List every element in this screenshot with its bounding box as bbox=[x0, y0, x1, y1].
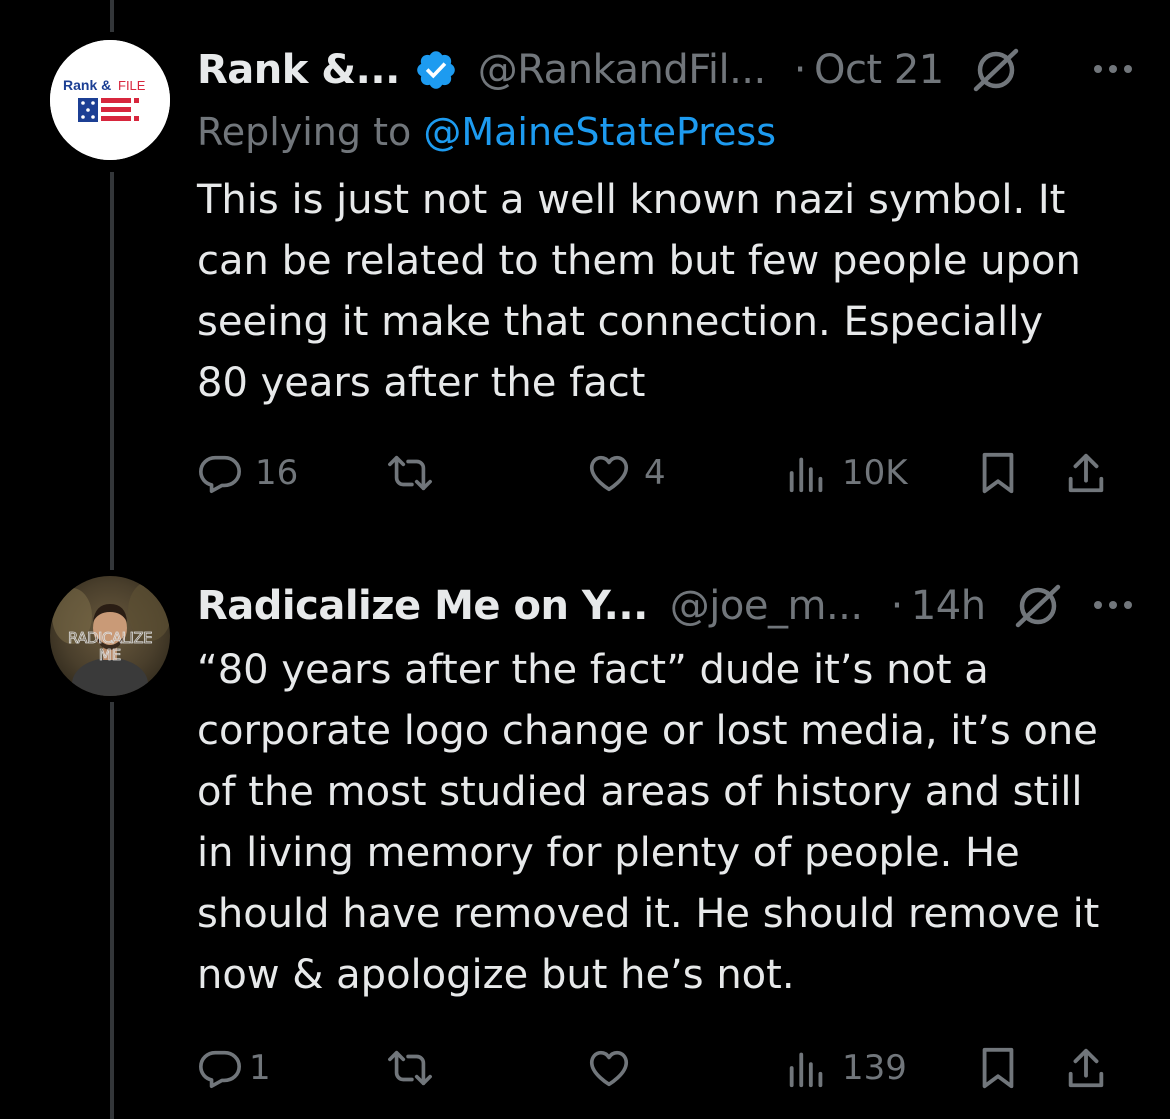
display-name[interactable]: Radicalize Me on Y... bbox=[197, 583, 648, 629]
reply-icon bbox=[199, 455, 241, 494]
tweet-text: “80 years after the fact” dude it’s not … bbox=[197, 640, 1137, 1006]
user-handle[interactable]: @RankandFil... bbox=[478, 47, 766, 93]
svg-text:RADICALIZE: RADICALIZE bbox=[68, 629, 152, 647]
bookmark-icon bbox=[982, 1047, 1014, 1089]
thread-line-top bbox=[110, 0, 114, 32]
tweet-text: This is just not a well known nazi symbo… bbox=[197, 170, 1137, 414]
tweet-text-line: can be related to them but few people up… bbox=[197, 238, 1081, 284]
bookmark-button[interactable] bbox=[975, 1038, 1021, 1098]
thread-line-bottom bbox=[110, 702, 114, 1119]
bookmark-button[interactable] bbox=[975, 443, 1021, 503]
share-icon bbox=[1068, 453, 1104, 493]
more-icon[interactable] bbox=[1088, 580, 1138, 630]
rank-and-file-logo: Rank & FILE bbox=[50, 40, 170, 160]
views-count: 139 bbox=[842, 1048, 907, 1088]
bookmark-icon bbox=[982, 452, 1014, 494]
reply-count: 1 bbox=[249, 1048, 271, 1088]
share-button[interactable] bbox=[1063, 1038, 1109, 1098]
verified-badge-icon[interactable] bbox=[414, 48, 458, 92]
user-photo-avatar: RADICALIZE ME bbox=[50, 576, 170, 696]
more-icon[interactable] bbox=[1088, 44, 1138, 94]
reply-count: 16 bbox=[255, 453, 299, 493]
tweet-text-line: in living memory for plenty of people. H… bbox=[197, 830, 1020, 876]
replying-mention-link[interactable]: @MaineStatePress bbox=[423, 110, 776, 154]
reply-button[interactable]: 16 bbox=[197, 443, 298, 503]
like-icon bbox=[589, 1050, 629, 1087]
reply-icon bbox=[199, 1050, 241, 1089]
tweet-text-line: should have removed it. He should remove… bbox=[197, 891, 1100, 937]
tweet-actions: 16 4 10K bbox=[197, 443, 1117, 503]
retweet-button[interactable] bbox=[387, 443, 445, 503]
tweet-text-line: of the most studied areas of history and… bbox=[197, 769, 1083, 815]
views-icon bbox=[789, 1052, 823, 1088]
tweet-actions: 1 139 bbox=[197, 1038, 1117, 1098]
tweet-text-line: seeing it make that connection. Especial… bbox=[197, 299, 1044, 345]
tweet-text-line: 80 years after the fact bbox=[197, 360, 646, 406]
separator-dot: · bbox=[793, 47, 807, 93]
share-icon bbox=[1068, 1048, 1104, 1088]
tweet-header: Radicalize Me on Y... @joe_m... · 14h bbox=[197, 576, 1137, 636]
edit-history-icon[interactable] bbox=[968, 45, 1024, 95]
timestamp[interactable]: 14h bbox=[911, 583, 986, 629]
retweet-icon bbox=[388, 1050, 432, 1086]
tweet-header: Rank &... @RankandFil... · Oct 21 bbox=[197, 40, 1137, 100]
share-button[interactable] bbox=[1063, 443, 1109, 503]
tweet-text-line: This is just not a well known nazi symbo… bbox=[197, 177, 1066, 223]
like-button[interactable] bbox=[586, 1038, 644, 1098]
like-icon bbox=[589, 455, 629, 492]
svg-text:Rank &: Rank & bbox=[63, 77, 111, 93]
display-name[interactable]: Rank &... bbox=[197, 47, 400, 93]
views-icon bbox=[789, 457, 823, 493]
tweet-text-line: now & apologize but he’s not. bbox=[197, 952, 795, 998]
timestamp[interactable]: Oct 21 bbox=[814, 47, 944, 93]
avatar[interactable]: Rank & FILE bbox=[50, 40, 170, 160]
views-button[interactable]: 139 bbox=[784, 1038, 907, 1098]
thread-line-middle bbox=[110, 172, 114, 570]
views-count: 10K bbox=[842, 453, 908, 493]
separator-dot: · bbox=[890, 583, 904, 629]
tweet-text-line: corporate logo change or lost media, it’… bbox=[197, 708, 1098, 754]
tweet-text-line: “80 years after the fact” dude it’s not … bbox=[197, 647, 989, 693]
views-button[interactable]: 10K bbox=[784, 443, 908, 503]
edit-history-icon[interactable] bbox=[1010, 581, 1066, 631]
retweet-button[interactable] bbox=[387, 1038, 445, 1098]
replying-to: Replying to @MaineStatePress bbox=[197, 110, 776, 154]
like-count: 4 bbox=[644, 453, 666, 493]
replying-prefix: Replying to bbox=[197, 110, 412, 154]
svg-text:ME: ME bbox=[99, 646, 121, 664]
retweet-icon bbox=[388, 455, 432, 491]
svg-text:FILE: FILE bbox=[118, 78, 146, 93]
like-button[interactable]: 4 bbox=[586, 443, 666, 503]
avatar[interactable]: RADICALIZE ME bbox=[50, 576, 170, 696]
user-handle[interactable]: @joe_m... bbox=[670, 583, 863, 629]
reply-button[interactable]: 1 bbox=[197, 1038, 271, 1098]
